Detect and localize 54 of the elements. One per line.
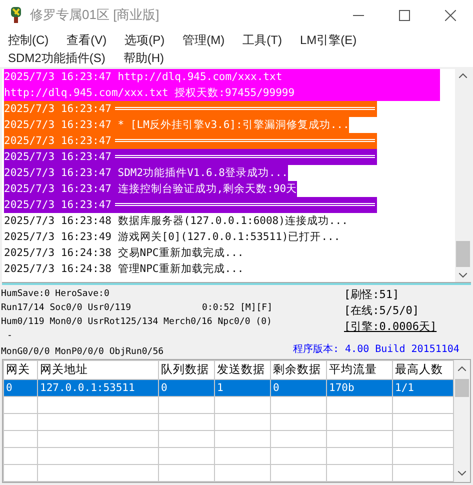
version-text: 程序版本: 4.00 Build 20151104 [293, 342, 460, 357]
table-cell: 0 [273, 382, 280, 394]
menu-item[interactable]: 管理(M) [178, 31, 230, 49]
status-text: MonG0/0/0 MonP0/0/0 ObjRun0/56 [1, 346, 164, 359]
menu-item[interactable]: 工具(T) [238, 31, 287, 49]
scroll-up-icon [459, 72, 467, 78]
log-line: 2025/7/3 16:23:49 游戏网关[0](127.0.0.1:53511)已打开... [4, 230, 340, 245]
log-line: 2025/7/3 16:24:38 交易NPC重新加载完成... [4, 246, 244, 261]
status-text: HumSave:0 HeroSave:0 [1, 288, 110, 301]
table-cell: 1/1 [395, 382, 414, 394]
uptime-text: 0:0:52 [M][F] [202, 302, 272, 315]
table-cell: 0 [161, 382, 168, 394]
menu-item[interactable]: 选项(P) [120, 31, 170, 49]
window-title: 修罗专属01区 [商业版] [30, 6, 160, 24]
counter-text: [引擎:0.0006天] [344, 318, 437, 335]
scroll-thumb[interactable] [455, 378, 469, 397]
log-line: 2025/7/3 16:23:48 数据库服务器(127.0.0.1:6008)连接成功... [4, 214, 348, 229]
table-row[interactable]: 0 127.0.0.1:53511 0 1 0 170b 1/1 [4, 379, 454, 396]
scrollbar[interactable] [454, 360, 470, 482]
minimize-icon [352, 14, 364, 16]
menu-item[interactable]: LM引擎(E) [295, 31, 362, 49]
scrollbar[interactable] [455, 68, 471, 282]
status-text: Hum0/119 Mon0/0 UsrRot125/134 Merch0/16 Npc0/0 (0) [1, 316, 272, 329]
counter-text: [刷怪:51] [344, 286, 400, 303]
table-cell: 0 [6, 382, 12, 394]
column-header[interactable]: 队列数据 [158, 360, 214, 380]
scroll-up-icon [458, 366, 466, 371]
menu-item[interactable]: 帮助(H) [118, 49, 170, 67]
counter-text: [在线:5/5/0] [344, 302, 419, 319]
table-cell: 1 [217, 382, 224, 394]
menu-item[interactable]: 控制(C) [3, 31, 54, 49]
scroll-down-icon [459, 273, 467, 278]
menu-item[interactable]: 查看(V) [62, 31, 112, 49]
log-time: 2025/7/3 16:23:47 [4, 150, 112, 165]
log-time: 2025/7/3 16:23:47 [4, 102, 112, 117]
scroll-thumb[interactable] [456, 241, 470, 268]
maximize-icon [398, 10, 410, 20]
column-header[interactable]: 网关 [4, 360, 38, 380]
column-header[interactable]: 网关地址 [38, 360, 158, 380]
column-header[interactable]: 平均流量 [326, 360, 392, 380]
status-text: Run17/14 Soc0/0 Usr0/119 [1, 302, 132, 315]
column-header[interactable]: 发送数据 [214, 360, 270, 380]
column-header[interactable]: 最高人数 [392, 360, 454, 380]
log-time: 2025/7/3 16:23:47 [4, 134, 112, 149]
column-header[interactable]: 剩余数据 [270, 360, 326, 380]
menu-item[interactable]: SDM2功能插件(S) [3, 49, 110, 67]
scroll-down-icon [458, 470, 466, 476]
table-cell: 127.0.0.1:53511 [40, 382, 135, 394]
table-cell: 170b [329, 382, 354, 394]
status-text: - [7, 330, 12, 343]
log-line: 2025/7/3 16:24:38 管理NPC重新加载完成... [4, 262, 244, 277]
close-icon [444, 10, 456, 20]
log-time: 2025/7/3 16:23:47 [4, 198, 112, 213]
app-icon [8, 6, 24, 24]
